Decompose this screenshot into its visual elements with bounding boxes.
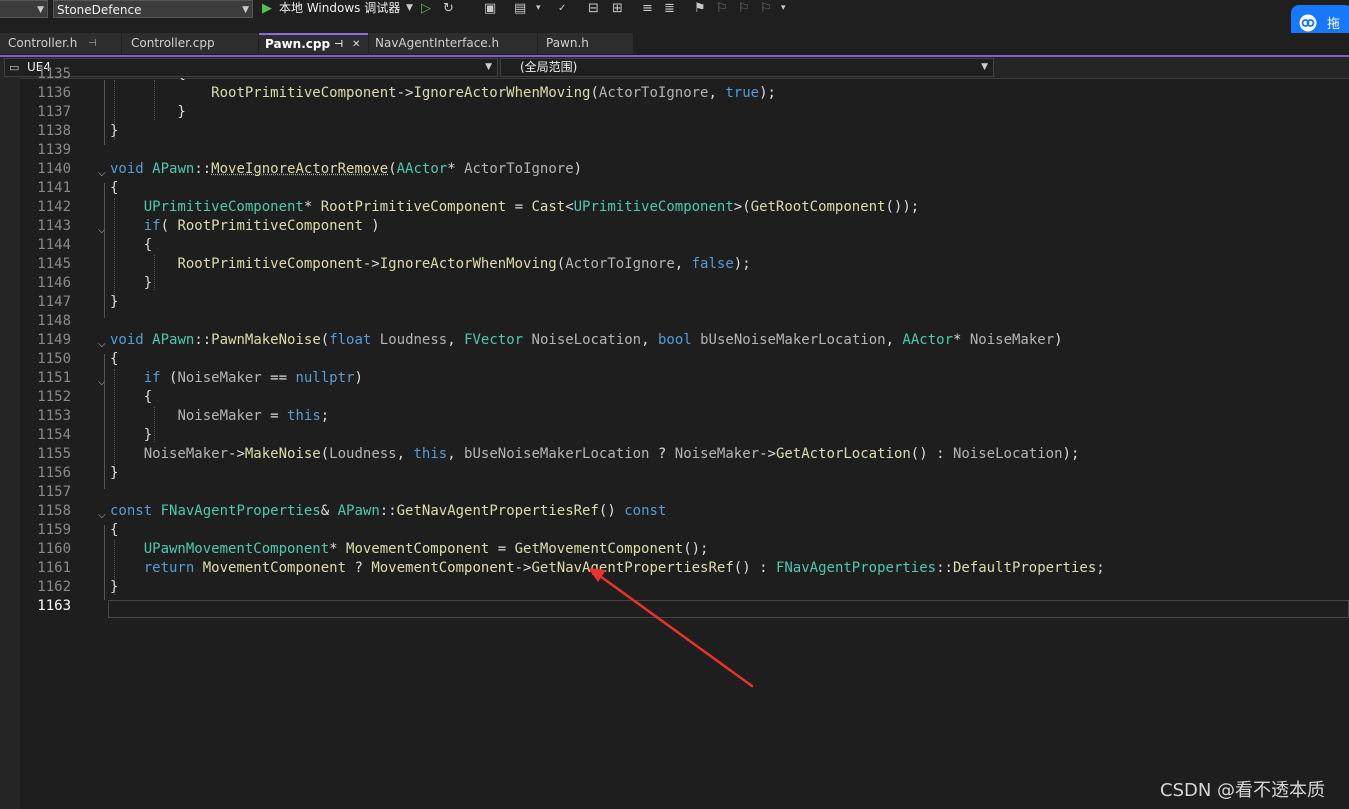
- watermark: CSDN @看不透本质: [1160, 780, 1326, 801]
- annotation-arrow: [588, 568, 754, 688]
